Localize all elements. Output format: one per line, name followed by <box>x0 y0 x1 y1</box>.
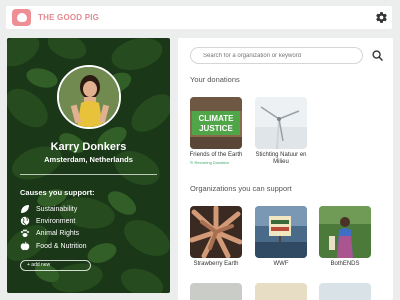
cause-label: Animal Rights <box>36 229 80 237</box>
organization-card[interactable]: Strawberry Earth <box>190 206 244 268</box>
partial-card-row <box>190 283 385 300</box>
donations-title: Your donations <box>190 75 240 84</box>
organization-name: WWF <box>273 261 289 267</box>
top-bar: THE GOOD PIG <box>6 6 392 29</box>
brand-name[interactable]: THE GOOD PIG <box>38 13 99 22</box>
profile-card: Karry Donkers Amsterdam, Netherlands Cau… <box>7 38 170 293</box>
donation-card[interactable]: Stichting Natuur en Milieu <box>255 97 309 166</box>
cause-item-sustainability[interactable]: Sustainability <box>20 204 77 214</box>
causes-title: Causes you support: <box>20 188 95 197</box>
sign-text-1: CLIMATE <box>199 114 235 123</box>
profile-location: Amsterdam, Netherlands <box>44 155 133 164</box>
org-image: CLIMATE JUSTICE <box>190 97 242 149</box>
donation-name: Stichting Natuur en Milieu <box>255 152 307 165</box>
divider <box>20 174 157 175</box>
apple-icon <box>20 241 30 251</box>
add-cause-button[interactable]: + add new <box>20 260 91 271</box>
avatar[interactable] <box>57 65 121 129</box>
leaf-icon <box>21 205 29 213</box>
sign-text-2: JUSTICE <box>199 124 233 133</box>
organization-card[interactable]: WWF <box>255 206 309 268</box>
pig-icon[interactable] <box>12 9 31 26</box>
profile-name: Karry Donkers <box>50 141 127 153</box>
main-panel: Your donations CLIMATE JUSTICE Friends o… <box>178 38 393 300</box>
search-input[interactable] <box>190 47 363 64</box>
recurring-label: Recurring Donation <box>194 160 229 165</box>
globe-icon <box>20 216 30 226</box>
organization-name: BothENDS <box>330 261 360 267</box>
cause-label: Environment <box>36 217 76 225</box>
search-icon[interactable] <box>372 50 383 61</box>
recurring-badge: ↻ Recurring Donation <box>190 160 229 165</box>
cause-item-environment[interactable]: Environment <box>20 216 75 226</box>
organization-name: Strawberry Earth <box>193 261 239 267</box>
donation-card[interactable]: CLIMATE JUSTICE Friends of the Earth ↻ R… <box>190 97 244 165</box>
cause-item-food-nutrition[interactable]: Food & Nutrition <box>20 241 87 251</box>
cause-item-animal-rights[interactable]: Animal Rights <box>20 228 79 238</box>
gear-icon[interactable] <box>375 11 388 24</box>
org-image <box>255 206 307 258</box>
paw-icon <box>21 229 29 237</box>
org-image <box>255 97 307 149</box>
donation-name: Friends of the Earth <box>189 152 243 158</box>
org-image <box>319 206 371 258</box>
org-image <box>190 206 242 258</box>
cause-label: Sustainability <box>36 205 78 213</box>
organizations-title: Organizations you can support <box>190 184 292 193</box>
cause-label: Food & Nutrition <box>36 242 87 250</box>
organization-card[interactable]: BothENDS <box>319 206 373 268</box>
